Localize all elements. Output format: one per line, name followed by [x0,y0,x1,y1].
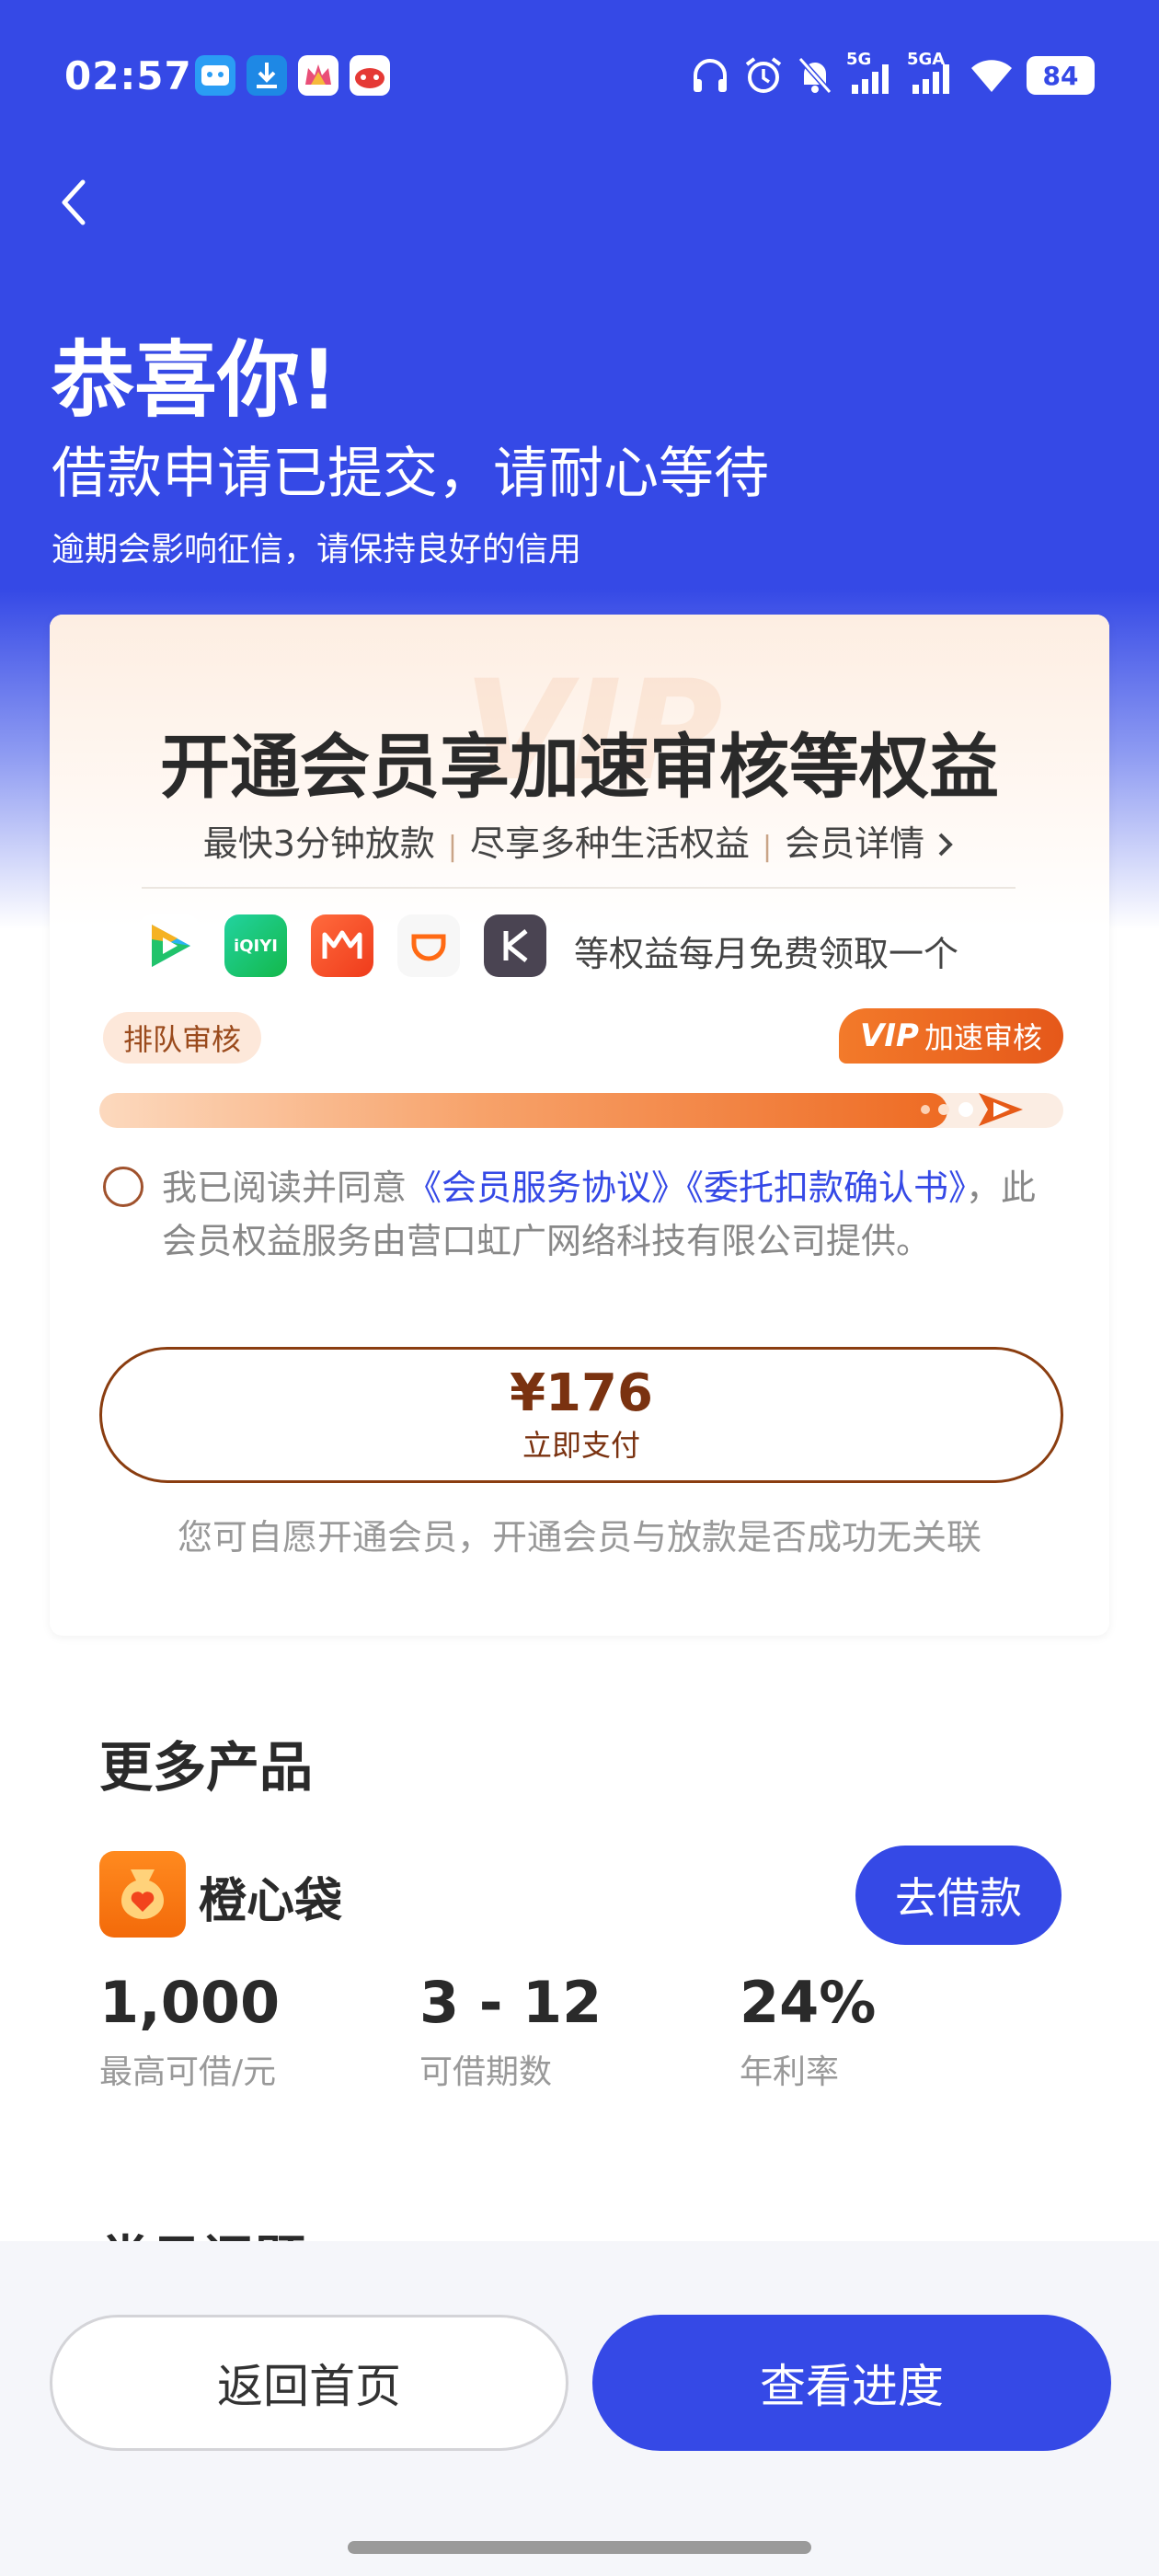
review-progress-fill [99,1093,948,1128]
vip-card: VIP 开通会员享加速审核等权益 最快3分钟放款 | 尽享多种生活权益 | 会员详情 i… [50,615,1109,1636]
download-icon [247,55,287,96]
alarm-icon [745,57,782,93]
agreement-checkbox[interactable] [103,1167,143,1207]
battery-indicator: 84 [1027,56,1095,95]
vip-benefit-links: 最快3分钟放款 | 尽享多种生活权益 | 会员详情 [50,815,1109,866]
benefit-fast-loan: 最快3分钟放款 [202,823,435,864]
back-button[interactable] [55,175,110,239]
queue-review-badge: 排队审核 [103,1012,262,1064]
signal-icon [912,64,949,94]
mute-icon [798,57,832,94]
stat-label: 年利率 [740,2053,840,2091]
notification-icons [195,55,390,96]
status-time: 02:57 [64,53,192,98]
perk-text: 等权益每月免费领取一个 [574,934,959,974]
stat-value: 1,000 [99,1969,281,2036]
page-subtitle: 借款申请已提交，请耐心等待 [52,442,769,506]
status-bar: 02:57 5G 5GA 84 [0,46,1159,110]
stat-value: 3 - 12 [419,1969,602,2036]
divider [142,887,1016,889]
member-details-link[interactable]: 会员详情 [785,823,956,864]
divider: | [763,831,773,863]
pay-label: 立即支付 [522,1428,640,1463]
tencent-video-icon [138,914,201,977]
signal-5g: 5G [846,50,894,96]
pay-price: ¥176 [510,1363,653,1423]
go-borrow-button[interactable]: 去借款 [855,1846,1061,1945]
app-icon-1 [195,55,235,96]
member-service-agreement-link[interactable]: 《会员服务协议》 [407,1167,686,1208]
chevron-right-icon [938,833,954,857]
debit-authorization-link[interactable]: 《委托扣款确认书》 [686,1167,966,1208]
game-app-icon [350,55,390,96]
vip-card-title: 开通会员享加速审核等权益 [160,726,999,808]
headphones-icon [694,59,727,92]
rocket-icon [921,1093,1023,1126]
back-home-button[interactable]: 返回首页 [50,2315,568,2451]
mango-tv-icon [311,914,373,977]
agreement-row: 我已阅读并同意《会员服务协议》《委托扣款确认书》，此会员权益服务由营口虹广网络科… [103,1161,1060,1268]
stat-label: 可借期数 [419,2053,553,2091]
stat-terms: 3 - 12 可借期数 [419,1969,602,2093]
perk-app-icons: iQIYI [138,914,546,977]
stat-label: 最高可借/元 [99,2053,277,2091]
keep-icon [484,914,546,977]
page-title: 恭喜你! [52,332,339,429]
signal-icon [852,64,889,94]
signal-5ga: 5GA [907,50,957,96]
agreement-prefix: 我已阅读并同意 [162,1167,407,1208]
agreement-text: 我已阅读并同意《会员服务协议》《委托扣款确认书》，此会员权益服务由营口虹广网络科… [162,1161,1060,1268]
crown-app-icon [298,55,339,96]
member-details-label[interactable]: 会员详情 [785,823,924,864]
home-indicator[interactable] [348,2541,811,2554]
wifi-icon [971,60,1012,92]
chevron-left-icon [62,179,86,225]
vip-badge-prefix: VIP [860,1018,919,1054]
system-icons: 5G 5GA 84 [690,50,1095,96]
credit-note: 逾期会影响征信，请保持良好的信用 [52,531,582,569]
stat-max-amount: 1,000 最高可借/元 [99,1969,280,2093]
vip-badge-label: 加速审核 [924,1020,1042,1055]
vip-fast-review-badge: VIP 加速审核 [839,1008,1063,1064]
stat-interest-rate: 24% 年利率 [740,1969,876,2093]
orange-bag-icon [99,1851,186,1938]
pay-now-button[interactable]: ¥176 立即支付 [99,1347,1063,1483]
bottom-action-bar: 返回首页 查看进度 [0,2241,1159,2576]
view-progress-button[interactable]: 查看进度 [592,2315,1111,2451]
iqiyi-icon: iQIYI [224,914,287,977]
more-products-title: 更多产品 [99,1736,314,1799]
divider: | [447,831,458,863]
stat-value: 24% [740,1969,877,2036]
product-name: 橙心袋 [199,1874,343,1929]
benefit-life-perks: 尽享多种生活权益 [470,823,751,864]
didi-icon [397,914,460,977]
voluntary-note: 您可自愿开通会员，开通会员与放款是否成功无关联 [177,1517,981,1558]
